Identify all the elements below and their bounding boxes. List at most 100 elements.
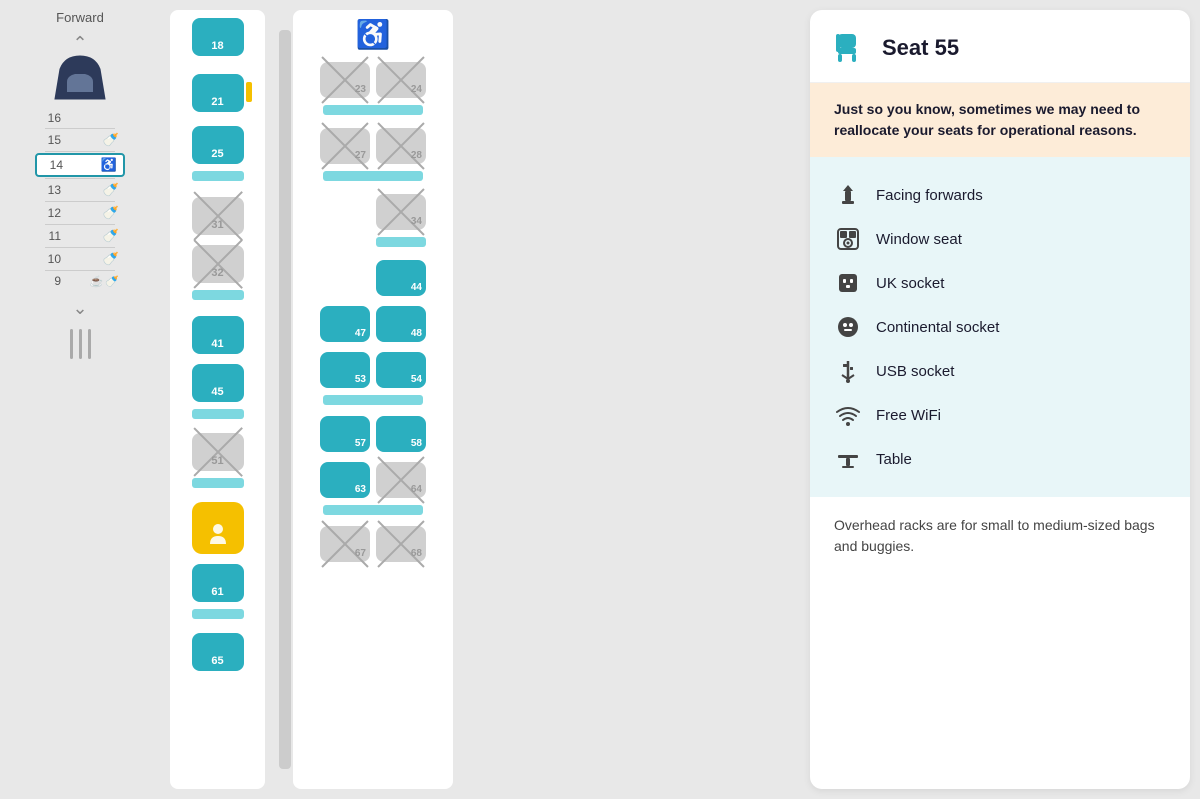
feature-facing-forwards: Facing forwards [834,173,1166,217]
seat-48[interactable]: 48 [376,306,426,342]
seat-53[interactable]: 53 [320,352,370,388]
map-row-10[interactable]: 10 🍼 [35,249,125,269]
baby-icon: 🍼 [103,205,119,221]
seat-row-47-48: 47 48 [320,306,426,342]
feature-window-seat: Window seat [834,217,1166,261]
seat-67[interactable]: 67 [320,526,370,562]
seat-51[interactable]: 51 [192,433,244,471]
seat-number: 48 [411,328,422,339]
seat-45[interactable]: 45 [192,364,244,402]
seat-65[interactable]: 65 [192,633,244,671]
window-seat-icon [834,225,862,253]
feature-wifi-label: Free WiFi [876,407,941,424]
seat-number: 51 [211,455,223,467]
seat-58[interactable]: 58 [376,416,426,452]
uk-socket-icon [834,269,862,297]
seat-number: 28 [411,150,422,161]
seat-64[interactable]: 64 [376,462,426,498]
seat-31[interactable]: 31 [192,197,244,235]
seat-title: Seat 55 [882,35,959,61]
seat-63[interactable]: 63 [320,462,370,498]
seat-27[interactable]: 27 [320,128,370,164]
seat-number: 53 [355,374,366,385]
usb-socket-icon [834,357,862,385]
train-tail [70,329,91,359]
seat-25[interactable]: 25 [192,126,244,164]
seat-row-23-24: 23 24 [320,62,426,98]
seat-number: 54 [411,374,422,385]
baby-icon: 🍼 [103,228,119,244]
continental-socket-icon [834,313,862,341]
row-divider [45,247,115,248]
seat-row-63-64: 63 64 [320,462,426,498]
accessibility-icon: ♿ [356,18,391,51]
feature-table: Table [834,437,1166,481]
baby-icon: 🍼 [103,251,119,267]
seat-28[interactable]: 28 [376,128,426,164]
map-row-9[interactable]: 9 ☕ 🍼 [35,272,125,290]
seat-57[interactable]: 57 [320,416,370,452]
feature-window-seat-label: Window seat [876,231,962,248]
baby-icon: 🍼 [103,132,119,148]
scroll-down-button[interactable]: ⌄ [72,298,87,319]
seat-number: 47 [355,328,366,339]
table-bar [192,290,244,300]
map-row-14[interactable]: 14 ♿ [35,153,125,177]
seat-number: 45 [211,386,223,398]
row-divider [45,178,115,179]
seat-number: 27 [355,150,366,161]
row-divider [45,201,115,202]
seat-61[interactable]: 61 [192,564,244,602]
seat-header: Seat 55 [810,10,1190,83]
seat-maps-container: 18 21 25 31 32 41 [160,0,810,799]
table-bar [323,505,423,515]
row-divider [45,128,115,129]
baby-icon: 🍼 [105,275,119,288]
seat-21-container: 21 [192,74,244,112]
wifi-icon [834,401,862,429]
seat-55[interactable] [192,502,244,554]
map-row-12[interactable]: 12 🍼 [35,203,125,223]
row-divider [45,151,115,152]
carriage-connector [279,30,291,769]
seat-number: 23 [355,84,366,95]
row-number: 15 [41,133,61,147]
seat-18[interactable]: 18 [192,18,244,56]
map-row-15[interactable]: 15 🍼 [35,130,125,150]
seat-41[interactable]: 41 [192,316,244,354]
row-number: 14 [43,158,63,172]
map-row-11[interactable]: 11 🍼 [35,226,125,246]
seat-44[interactable]: 44 [376,260,426,296]
seat-number: 25 [211,148,223,160]
feature-wifi: Free WiFi [834,393,1166,437]
seat-number: 18 [211,40,223,52]
feature-usb-socket: USB socket [834,349,1166,393]
row-number: 11 [41,229,61,243]
row-icons: ♿ [101,157,117,173]
seat-54[interactable]: 54 [376,352,426,388]
seat-21[interactable]: 21 [192,74,244,112]
feature-table-label: Table [876,451,912,468]
row-icons: ☕ 🍼 [90,275,119,288]
warning-box: Just so you know, sometimes we may need … [810,83,1190,157]
seat-number: 68 [411,548,422,559]
train-direction-label: Forward [56,10,104,25]
seat-23[interactable]: 23 [320,62,370,98]
table-bar [376,237,426,247]
seat-68[interactable]: 68 [376,526,426,562]
feature-usb-socket-label: USB socket [876,363,954,380]
train-nose-svg [45,54,115,109]
seat-number: 57 [355,438,366,449]
row-icons: 🍼 [103,228,119,244]
map-row-16[interactable]: 16 [35,109,125,127]
seat-number: 21 [211,96,223,108]
seat-number: 32 [211,267,223,279]
scroll-up-button[interactable]: ⌃ [72,33,87,54]
train-map: Forward ⌃ 16 15 🍼 14 ♿ [0,0,160,799]
map-row-13[interactable]: 13 🍼 [35,180,125,200]
table-bar [192,478,244,488]
seat-34[interactable]: 34 [376,194,426,230]
seat-32[interactable]: 32 [192,245,244,283]
seat-47[interactable]: 47 [320,306,370,342]
seat-24[interactable]: 24 [376,62,426,98]
